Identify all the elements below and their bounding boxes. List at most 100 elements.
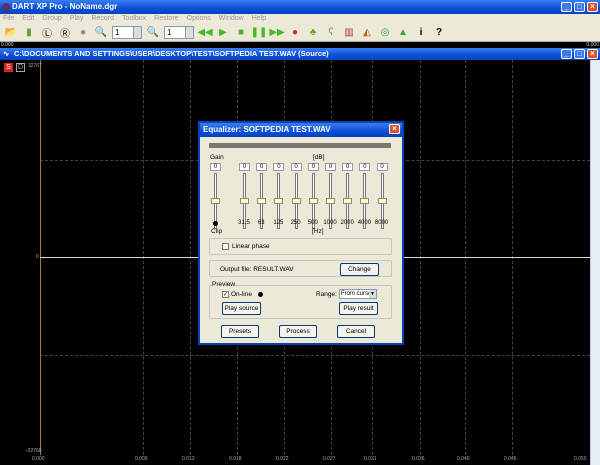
linear-phase-checkbox[interactable] <box>222 243 229 250</box>
band-4000-value: 0 <box>359 163 371 171</box>
rewind-icon[interactable]: ◀◀ <box>197 26 212 40</box>
change-button[interactable]: Change <box>340 263 379 276</box>
slider-thumb[interactable] <box>360 198 370 204</box>
slider-thumb[interactable] <box>211 198 220 204</box>
slider-thumb[interactable] <box>274 198 284 204</box>
output-file-label: Output file: RESULT.WAV <box>220 266 294 273</box>
minimize-button[interactable]: _ <box>561 2 572 12</box>
range-label: Range: <box>316 291 337 298</box>
play-source-button[interactable]: Play source <box>222 302 261 315</box>
menu-file[interactable]: File <box>3 14 14 24</box>
level-meter <box>209 143 391 148</box>
menu-record[interactable]: Record <box>91 14 114 24</box>
doc-close-button[interactable]: × <box>587 49 598 59</box>
zoom-in-icon[interactable]: 🔍 <box>94 26 108 40</box>
plant-icon[interactable]: ♣ <box>306 26 320 40</box>
output-group: Output file: RESULT.WAV Change <box>209 260 392 277</box>
preview-group: Preview ✓ On-line Range: From cursor ▼ Pl… <box>209 281 392 319</box>
pause-icon[interactable]: ❚❚ <box>251 26 268 40</box>
fast-forward-icon[interactable]: ▶▶ <box>269 26 284 40</box>
y-mid-label: 0 <box>36 254 39 260</box>
left-channel-icon[interactable]: Ⓛ <box>40 26 54 40</box>
menu-options[interactable]: Options <box>187 14 211 24</box>
x-tick-label: 0.040 <box>457 456 470 462</box>
zoom-out-input[interactable]: 1 <box>164 26 194 39</box>
slider-thumb[interactable] <box>291 198 301 204</box>
dialog-close-button[interactable]: × <box>389 124 400 134</box>
hz-label: [Hz] <box>312 228 324 235</box>
online-checkbox[interactable]: ✓ <box>222 291 229 298</box>
slider-thumb[interactable] <box>377 198 387 204</box>
online-label: On-line <box>231 291 252 298</box>
wave-icon: ∿ <box>3 49 10 58</box>
dest-badge[interactable]: D <box>16 63 25 72</box>
slider-thumb[interactable] <box>240 198 249 204</box>
band-63-value: 0 <box>256 163 268 171</box>
x-tick-label: 0.031 <box>364 456 377 462</box>
x-tick-label: 0.022 <box>276 456 289 462</box>
clip-label: Clip <box>211 228 223 235</box>
menu-restore[interactable]: Restore <box>154 14 179 24</box>
record-gray-icon[interactable]: ● <box>76 26 90 40</box>
linear-phase-group: Linear phase <box>209 238 392 255</box>
cancel-button[interactable]: Cancel <box>337 325 375 338</box>
spectrum-icon[interactable]: ◭ <box>360 26 374 40</box>
online-indicator-icon <box>258 292 263 297</box>
x-tick-label: 0.013 <box>182 456 195 462</box>
slider-thumb[interactable] <box>257 198 267 204</box>
zoom-in-input[interactable]: 1 <box>112 26 142 39</box>
slider-thumb[interactable] <box>343 198 353 204</box>
maximize-button[interactable]: □ <box>574 2 585 12</box>
gain-value: 0 <box>210 163 221 171</box>
open-icon[interactable]: 📂 <box>4 26 18 40</box>
band-2000-value: 0 <box>342 163 354 171</box>
vertical-scrollbar[interactable] <box>590 60 600 465</box>
doc-maximize-button[interactable]: □ <box>574 49 585 59</box>
play-result-button[interactable]: Play result <box>339 302 378 315</box>
x-tick-label: 0.018 <box>229 456 242 462</box>
slider-thumb[interactable] <box>308 198 318 204</box>
menu-help[interactable]: Help <box>252 14 266 24</box>
x-tick-label: 0.045 <box>504 456 517 462</box>
source-badge[interactable]: S <box>4 63 13 72</box>
app-icon <box>2 3 10 11</box>
x-tick-label: 0.036 <box>412 456 425 462</box>
dialog-title: Equalizer: SOFTPEDIA TEST.WAV <box>203 125 331 134</box>
restore-icon[interactable]: ◎ <box>378 26 392 40</box>
help-icon[interactable]: ? <box>432 26 446 40</box>
menu-bar: File Edit Group Play Record Toolbox Rest… <box>0 14 600 24</box>
db-label: [dB] <box>313 154 325 161</box>
close-button[interactable]: × <box>587 2 598 12</box>
dropdown-arrow-icon[interactable]: ▼ <box>369 290 376 298</box>
menu-play[interactable]: Play <box>70 14 84 24</box>
presets-button[interactable]: Presets <box>221 325 259 338</box>
x-axis: 0.000 0.009 0.013 0.018 0.022 0.027 0.031 0.036… <box>0 455 590 465</box>
equalizer-icon[interactable]: ▥ <box>342 26 356 40</box>
record-icon[interactable]: ● <box>288 26 302 40</box>
band-31.5-value: 0 <box>239 163 250 171</box>
save-icon[interactable]: ▮ <box>22 26 36 40</box>
process-button[interactable]: Process <box>279 325 317 338</box>
menu-toolbox[interactable]: Toolbox <box>122 14 146 24</box>
y-top-label: 32767 <box>28 63 42 69</box>
menu-group[interactable]: Group <box>42 14 61 24</box>
document-title-bar: ∿ C:\DOCUMENTS AND SETTINGS\USER\DESKTOP… <box>0 48 600 60</box>
y-bottom-label: -32768 <box>26 448 42 454</box>
tree-icon[interactable]: ▲ <box>396 26 410 40</box>
stop-icon[interactable]: ■ <box>234 26 248 40</box>
range-select[interactable]: From cursor ▼ <box>339 289 377 299</box>
slider-thumb[interactable] <box>326 198 335 204</box>
band-1000-value: 0 <box>325 163 336 171</box>
info-icon[interactable]: i <box>414 26 428 40</box>
x-tick-label: 0.027 <box>323 456 336 462</box>
menu-edit[interactable]: Edit <box>22 14 34 24</box>
app-title: DART XP Pro - NoName.dgr <box>12 2 118 11</box>
doc-minimize-button[interactable]: _ <box>561 49 572 59</box>
filter-icon[interactable]: ʕ <box>324 26 338 40</box>
right-channel-icon[interactable]: Ⓡ <box>58 26 72 40</box>
dialog-title-bar: Equalizer: SOFTPEDIA TEST.WAV × <box>200 123 402 137</box>
menu-window[interactable]: Window <box>219 14 244 24</box>
zoom-out-icon[interactable]: 🔍 <box>146 26 160 40</box>
play-icon[interactable]: ▶ <box>216 26 230 40</box>
document-title: C:\DOCUMENTS AND SETTINGS\USER\DESKTOP\T… <box>14 49 329 58</box>
